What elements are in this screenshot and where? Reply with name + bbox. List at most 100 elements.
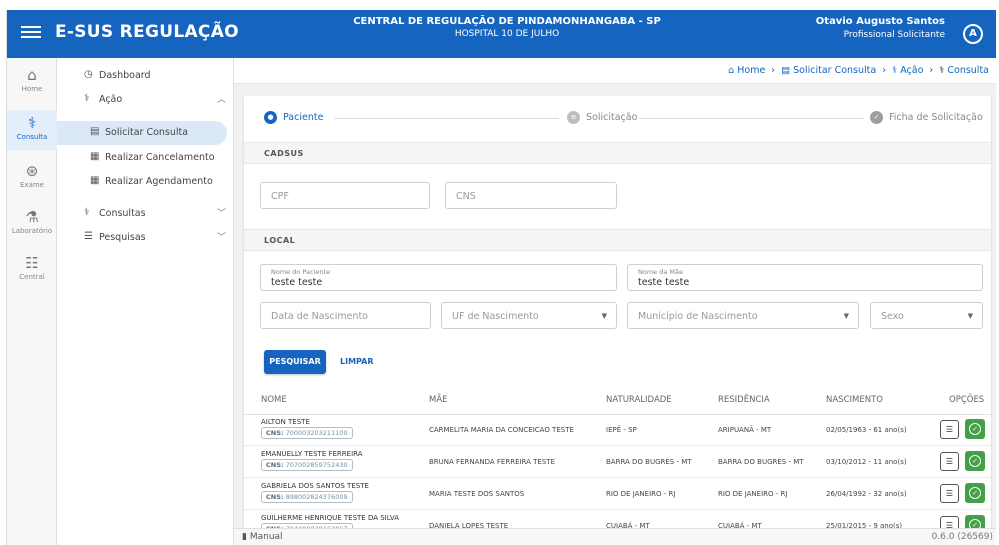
birth-uf-select[interactable]: UF de Nascimento ▼	[441, 302, 617, 329]
birth-city-select[interactable]: Município de Nascimento ▼	[627, 302, 859, 329]
search-button[interactable]: PESQUISAR	[264, 350, 326, 374]
breadcrumb-consulta: ⚕ Consulta	[939, 65, 989, 76]
select-patient-button[interactable]: ✓	[965, 451, 985, 471]
chevron-down-icon: ﹀	[216, 209, 226, 219]
patient-name: GABRIELA DOS SANTOS TESTE	[261, 482, 369, 490]
cns-field[interactable]: CNS	[445, 182, 617, 209]
sidebar-item-realizar-agendamento[interactable]: ▦ Realizar Agendamento	[57, 170, 234, 194]
caret-down-icon: ▼	[601, 312, 607, 320]
select-patient-button[interactable]: ✓	[965, 483, 985, 503]
rail-label: Exame	[20, 181, 44, 189]
sidebar-item-pesquisas[interactable]: ☰ Pesquisas ﹀	[57, 226, 234, 250]
home-icon: ⌂	[27, 66, 37, 84]
rail-item-consulta[interactable]: ⚕ Consulta	[7, 110, 57, 150]
user-role: Profissional Solicitante	[843, 30, 945, 40]
cns-number: 700003203211100	[285, 429, 348, 437]
app-version: 0.6.0 (26569)	[931, 532, 993, 542]
table-row[interactable]: GABRIELA DOS SANTOS TESTE CNS: 898002824…	[244, 479, 991, 510]
check-circle-icon: ✓	[870, 111, 883, 124]
check-circle-icon: ✓	[969, 423, 981, 435]
table-row[interactable]: EMANUELLY TESTE FERREIRA CNS: 7070028597…	[244, 447, 991, 478]
rail-item-laboratorio[interactable]: ⚗ Laboratório	[7, 208, 57, 244]
naturalidade: BARRA DO BUGRES - MT	[606, 458, 692, 466]
field-label: Nome da Mãe	[638, 268, 684, 276]
manual-link[interactable]: ▮ Manual	[242, 532, 283, 542]
dashboard-icon: ◷	[84, 69, 93, 80]
sidebar-item-consultas[interactable]: ⚕ Consultas ﹀	[57, 202, 234, 226]
view-details-icon[interactable]: ☰	[940, 420, 959, 439]
calendar-icon: ▦	[90, 175, 100, 186]
field-placeholder: UF de Nascimento	[452, 311, 539, 322]
app-title: E-SUS REGULAÇÃO	[55, 22, 239, 42]
rail-item-central[interactable]: ☷ Central	[7, 254, 57, 290]
sidebar-item-acao[interactable]: ⚕ Ação ︿	[57, 88, 234, 112]
sidebar-item-label: Realizar Cancelamento	[105, 152, 215, 163]
column-header-residencia: RESIDÊNCIA	[718, 395, 770, 405]
patient-name: GUILHERME HENRIQUE TESTE DA SILVA	[261, 514, 399, 522]
user-avatar-icon[interactable]: A	[963, 24, 983, 44]
cns-placeholder: CNS	[456, 191, 476, 202]
naturalidade: IEPÊ - SP	[606, 426, 637, 434]
book-icon: ▮	[242, 532, 247, 542]
mother-name: CARMELITA MARIA DA CONCEICAO TESTE	[429, 426, 574, 434]
cns-badge: CNS: 700003203211100	[261, 427, 353, 439]
field-placeholder: Data de Nascimento	[271, 311, 368, 322]
residencia: BARRA DO BUGRES - MT	[718, 458, 804, 466]
flask-icon: ⚗	[25, 208, 39, 226]
rail-item-home[interactable]: ⌂ Home	[7, 66, 57, 102]
rail-item-exame[interactable]: ⊛ Exame	[7, 162, 57, 198]
sex-select[interactable]: Sexo ▼	[870, 302, 983, 329]
patient-name: AILTON TESTE	[261, 418, 310, 426]
mother-name: MARIA TESTE DOS SANTOS	[429, 490, 525, 498]
person-icon: ●	[264, 111, 277, 124]
sidebar-item-label: Ação	[99, 94, 123, 105]
field-placeholder: Sexo	[881, 311, 904, 322]
chevron-right-icon: ›	[771, 65, 776, 76]
select-patient-button[interactable]: ✓	[965, 419, 985, 439]
chevron-right-icon: ›	[882, 65, 887, 76]
column-header-opcoes: OPÇÕES	[949, 395, 985, 405]
cpf-field[interactable]: CPF	[260, 182, 430, 209]
rail-label: Laboratório	[11, 227, 53, 235]
cns-prefix: CNS:	[266, 429, 284, 437]
caret-down-icon: ▼	[843, 312, 849, 320]
table-row[interactable]: AILTON TESTE CNS: 700003203211100 CARMEL…	[244, 415, 991, 446]
breadcrumb-label: Consulta	[947, 65, 989, 76]
stepper: ● Paciente ≡ Solicitação ✓ Ficha de Soli…	[244, 96, 991, 142]
view-details-icon[interactable]: ☰	[940, 452, 959, 471]
user-name: Otavio Augusto Santos	[815, 16, 945, 27]
sidebar-item-realizar-cancelamento[interactable]: ▦ Realizar Cancelamento	[57, 146, 234, 170]
sidebar-item-label: Pesquisas	[99, 232, 146, 243]
manual-label: Manual	[249, 532, 283, 542]
caret-down-icon: ▼	[967, 312, 973, 320]
field-label: Nome do Paciente	[271, 268, 331, 276]
step-label: Solicitação	[586, 112, 638, 123]
breadcrumb-solicitar[interactable]: ▤ Solicitar Consulta	[781, 65, 876, 76]
birth-date-field[interactable]: Data de Nascimento	[260, 302, 431, 329]
view-details-icon[interactable]: ☰	[940, 484, 959, 503]
sidebar-item-label: Solicitar Consulta	[105, 127, 189, 138]
search-list-icon: ☰	[84, 231, 93, 242]
check-circle-icon: ✓	[969, 487, 981, 499]
sidebar-item-label: Realizar Agendamento	[105, 176, 213, 187]
field-value: teste teste	[271, 277, 323, 288]
stethoscope-icon: ⚕	[27, 114, 37, 132]
breadcrumb-acao[interactable]: ⚕ Ação	[892, 65, 923, 76]
cns-badge: CNS: 707002859752430	[261, 459, 353, 471]
section-local: LOCAL	[244, 229, 991, 251]
sidebar-item-solicitar-consulta[interactable]: ▤ Solicitar Consulta	[57, 121, 227, 145]
cns-number: 898002824376009	[285, 493, 348, 501]
mother-name-field[interactable]: Nome da Mãe teste teste	[627, 264, 983, 291]
chevron-right-icon: ›	[929, 65, 934, 76]
hamburger-menu-icon[interactable]	[21, 23, 41, 43]
clear-button[interactable]: LIMPAR	[340, 350, 374, 374]
patient-name-field[interactable]: Nome do Paciente teste teste	[260, 264, 617, 291]
breadcrumb-label: Ação	[900, 65, 924, 76]
cns-badge: CNS: 898002824376009	[261, 491, 353, 503]
sidebar-item-label: Dashboard	[99, 70, 151, 81]
sidebar-item-dashboard[interactable]: ◷ Dashboard	[57, 64, 234, 88]
breadcrumb-home[interactable]: ⌂ Home	[728, 65, 765, 76]
section-cadsus: CADSUS	[244, 142, 991, 164]
residencia: ARIPUANÃ - MT	[718, 426, 772, 434]
chevron-down-icon: ﹀	[216, 233, 226, 243]
